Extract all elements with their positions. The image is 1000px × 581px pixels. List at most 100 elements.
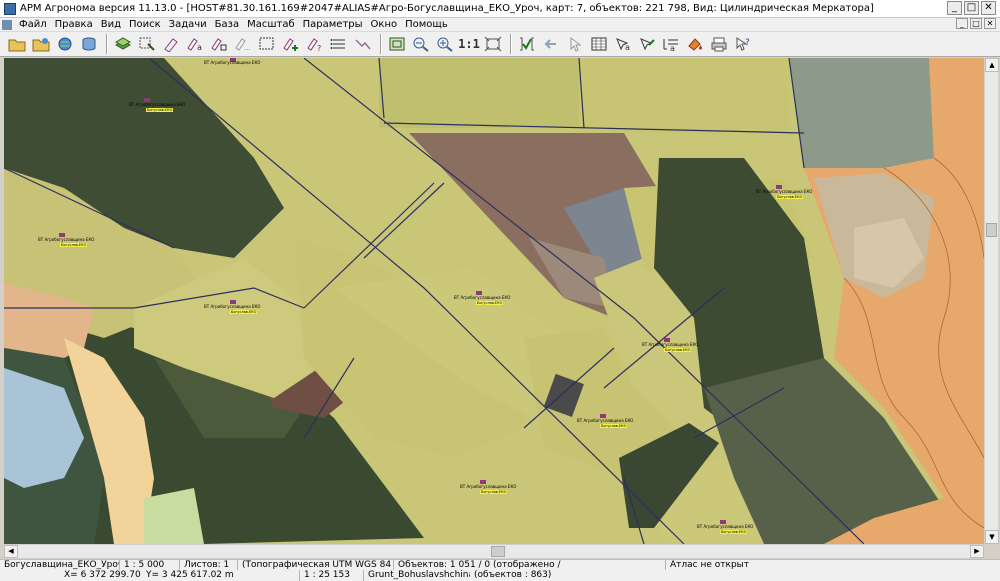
- help-pointer-icon[interactable]: ?: [732, 33, 754, 55]
- maximize-button[interactable]: □: [964, 1, 979, 15]
- menu-search[interactable]: Поиск: [126, 19, 166, 30]
- field-label: ВТ Агробогуславщина ЕКО: [129, 102, 186, 107]
- field-label: ВТ Агробогуславщина ЕКО: [38, 237, 95, 242]
- layers-icon[interactable]: [112, 33, 134, 55]
- back-arrow-icon[interactable]: [540, 33, 562, 55]
- field-code: Богуслав.ЕКО: [146, 108, 174, 112]
- menu-edit[interactable]: Правка: [52, 19, 98, 30]
- paint-icon[interactable]: [684, 33, 706, 55]
- status-current-scale: 1 : 25 153: [300, 570, 364, 581]
- zoom-in-icon[interactable]: [434, 33, 456, 55]
- zoom-extent-icon[interactable]: [482, 33, 504, 55]
- svg-text:?: ?: [745, 38, 750, 48]
- toolbar-separator: [106, 34, 108, 54]
- field-code: Богуслав.ЕКО: [600, 424, 628, 428]
- rectangle-select-icon[interactable]: [256, 33, 278, 55]
- highlighter-icon[interactable]: [160, 33, 182, 55]
- menu-scale[interactable]: Масштаб: [244, 19, 300, 30]
- field-label: ВТ Агробогуславщина ЕКО: [756, 189, 813, 194]
- status-spacer: [0, 570, 60, 581]
- status-bar-top: Богуславщина_ЕКО_Урочища_2015 1 : 5 000 …: [0, 559, 1000, 571]
- status-x-coordinate: X= 6 372 299.70 m: [64, 570, 142, 580]
- select-layer-icon[interactable]: [136, 33, 158, 55]
- menu-view[interactable]: Вид: [98, 19, 126, 30]
- scroll-down-icon[interactable]: ▼: [985, 530, 999, 544]
- field-code: Богуслав.ЕКО: [476, 301, 504, 305]
- horizontal-scroll-thumb[interactable]: [491, 546, 505, 557]
- globe-icon[interactable]: [54, 33, 76, 55]
- status-selected-layer: Grunt_Bohuslavshchina_EKO: [368, 570, 470, 580]
- check-icon[interactable]: [516, 33, 538, 55]
- field-code: Богуслав.ЕКО: [60, 243, 88, 247]
- menu-parameters[interactable]: Параметры: [300, 19, 368, 30]
- pick-object-icon[interactable]: [636, 33, 658, 55]
- field-label: ВТ Агробогуславщина ЕКО: [642, 342, 699, 347]
- open-map-icon[interactable]: [30, 33, 52, 55]
- field-code: Богуслав.ЕКО: [480, 490, 508, 494]
- toolbar: a ... ? 1:1 a a ?: [0, 31, 1000, 57]
- status-y-coordinate: Y= 3 425 617.02 m: [142, 570, 300, 581]
- menu-database[interactable]: База: [212, 19, 244, 30]
- window-title: АРМ Агронома версия 11.13.0 - [HOST#81.3…: [20, 3, 874, 14]
- vertical-scroll-thumb[interactable]: [986, 223, 997, 237]
- mdi-restore-button[interactable]: □: [970, 18, 982, 29]
- menu-file[interactable]: Файл: [16, 19, 52, 30]
- highlighter-dots-icon[interactable]: ...: [232, 33, 254, 55]
- field-code: Богуслав.ЕКО: [720, 530, 748, 534]
- field-label: ВТ Агробогуславщина ЕКО: [204, 304, 261, 309]
- open-folder-icon[interactable]: [6, 33, 28, 55]
- text-list-icon[interactable]: a: [660, 33, 682, 55]
- minimize-button[interactable]: _: [947, 1, 962, 15]
- toolbar-separator: [380, 34, 382, 54]
- highlighter-text-icon[interactable]: a: [184, 33, 206, 55]
- svg-text:a: a: [197, 43, 202, 52]
- status-sheets: Листов: 1: [180, 559, 238, 571]
- pick-text-icon[interactable]: a: [612, 33, 634, 55]
- svg-text:a: a: [670, 44, 675, 52]
- database-icon[interactable]: [78, 33, 100, 55]
- zoom-out-icon[interactable]: [410, 33, 432, 55]
- scroll-left-icon[interactable]: ◀: [4, 545, 18, 558]
- print-icon[interactable]: [708, 33, 730, 55]
- title-bar: АРМ Агронома версия 11.13.0 - [HOST#81.3…: [0, 0, 1000, 18]
- add-object-icon[interactable]: [280, 33, 302, 55]
- field-label: ВТ Агробогуславщина ЕКО: [577, 418, 634, 423]
- map-window-icon[interactable]: [386, 33, 408, 55]
- status-objects: Объектов: 1 051 / 0 (отображено /: [394, 559, 666, 571]
- horizontal-scrollbar[interactable]: ◀ ▶: [4, 544, 984, 558]
- menu-tasks[interactable]: Задачи: [166, 19, 212, 30]
- field-label: ВТ Агробогуславщина ЕКО: [460, 484, 517, 489]
- status-selected-objects: (объектов : 863): [474, 570, 552, 580]
- menu-help[interactable]: Помощь: [402, 19, 453, 30]
- toolbar-separator: [510, 34, 512, 54]
- status-projection: (Топографическая UTM WGS 84 (GRS 80)): [238, 559, 394, 571]
- menu-bar: Файл Правка Вид Поиск Задачи База Масшта…: [0, 18, 1000, 31]
- vertical-scrollbar[interactable]: ▲ ▼: [984, 58, 999, 544]
- mdi-close-button[interactable]: ✕: [984, 18, 996, 29]
- scroll-up-icon[interactable]: ▲: [985, 58, 999, 72]
- query-object-icon[interactable]: ?: [304, 33, 326, 55]
- edit-line-icon[interactable]: [352, 33, 374, 55]
- scroll-right-icon[interactable]: ▶: [970, 545, 984, 558]
- field-code: Богуслав.ЕКО: [230, 310, 258, 314]
- status-bar-bottom: X= 6 372 299.70 m Y= 3 425 617.02 m 1 : …: [0, 570, 1000, 581]
- field-label: ВТ Агробогуславщина ЕКО: [204, 60, 261, 65]
- menu-window[interactable]: Окно: [368, 19, 403, 30]
- status-atlas: Атлас не открыт: [670, 559, 750, 570]
- map-view[interactable]: ВТ Агробогуславщина ЕКО ВТ Агробогуславщ…: [4, 58, 984, 544]
- app-icon: [4, 2, 16, 15]
- document-icon[interactable]: [2, 19, 12, 30]
- close-button[interactable]: ✕: [981, 1, 996, 15]
- pointer-icon[interactable]: [564, 33, 586, 55]
- field-label: ВТ Агробогуславщина ЕКО: [454, 295, 511, 300]
- list-icon[interactable]: [328, 33, 350, 55]
- svg-text:?: ?: [317, 44, 321, 52]
- mdi-minimize-button[interactable]: _: [956, 18, 968, 29]
- field-code: Богуслав.ЕКО: [664, 348, 692, 352]
- field-code: Богуслав.ЕКО: [776, 195, 804, 199]
- status-scale: 1 : 5 000: [120, 559, 180, 571]
- svg-text:a: a: [625, 43, 630, 52]
- highlighter-area-icon[interactable]: [208, 33, 230, 55]
- zoom-one-to-one-button[interactable]: 1:1: [458, 33, 480, 55]
- table-icon[interactable]: [588, 33, 610, 55]
